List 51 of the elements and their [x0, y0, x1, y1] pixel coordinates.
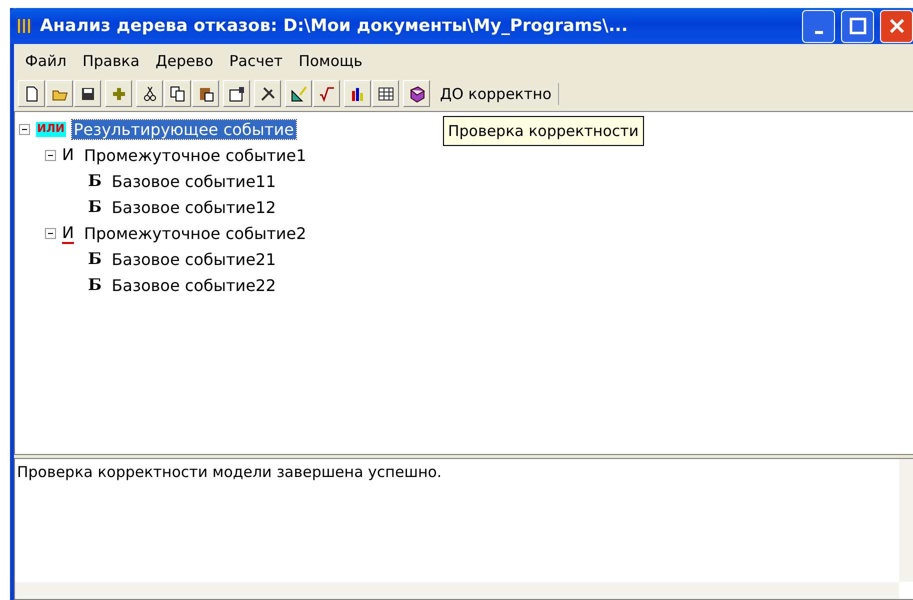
- window-title: Анализ дерева отказов: D:\Мои документы\My_Programs\...: [40, 16, 629, 36]
- toolbar-button[interactable]: [372, 80, 399, 107]
- toolbar-button[interactable]: [344, 80, 371, 107]
- maximize-button[interactable]: [841, 10, 874, 42]
- tree-item[interactable]: Базовое событие11: [110, 172, 278, 190]
- toolbar-button[interactable]: [285, 80, 312, 107]
- copy-icon: [168, 84, 186, 102]
- close-button[interactable]: [880, 10, 913, 42]
- minimize-button[interactable]: [802, 10, 835, 42]
- menu-item[interactable]: Расчет: [222, 50, 290, 72]
- menu-item[interactable]: Правка: [75, 50, 147, 72]
- minimize-icon: [814, 30, 822, 34]
- collapse-toggle[interactable]: [45, 228, 56, 238]
- toolbar-button[interactable]: [403, 80, 430, 107]
- maximize-icon: [848, 17, 866, 35]
- gate-symbol: Б: [88, 274, 102, 296]
- menu-item[interactable]: Помощь: [292, 50, 370, 72]
- toolbar-button[interactable]: [192, 80, 219, 107]
- sqrt-icon: [318, 84, 336, 102]
- gate-symbol: Б: [88, 196, 102, 218]
- collapse-toggle[interactable]: [45, 150, 56, 160]
- vertical-scrollbar[interactable]: [899, 459, 913, 582]
- status-text: ДО корректно: [434, 82, 559, 104]
- gate-symbol: И: [62, 144, 74, 166]
- toolbar-button[interactable]: [254, 80, 281, 107]
- tree-item[interactable]: Промежуточное событие1: [82, 146, 308, 164]
- tree-item[interactable]: Результирующее событие: [72, 120, 296, 138]
- collapse-toggle[interactable]: [19, 124, 30, 134]
- menu-item[interactable]: Дерево: [148, 50, 220, 72]
- toolbar-button[interactable]: [164, 80, 191, 107]
- toolbar-button[interactable]: [18, 80, 45, 107]
- toolbar-button[interactable]: [136, 80, 163, 107]
- tree-item[interactable]: Базовое событие21: [110, 250, 278, 268]
- log-message: Проверка корректности модели завершена успешно.: [16, 462, 443, 483]
- ruler-icon: [290, 84, 308, 102]
- menu-item[interactable]: Файл: [18, 50, 74, 72]
- tree-item[interactable]: Базовое событие22: [110, 276, 278, 294]
- tooltip: Проверка корректности: [443, 116, 644, 146]
- tree-item[interactable]: Базовое событие12: [110, 198, 278, 216]
- gate-symbol: Б: [88, 170, 102, 192]
- gate-symbol: Б: [88, 248, 102, 270]
- toolbar-button[interactable]: [74, 80, 101, 107]
- table-icon: [376, 84, 394, 102]
- close-icon: [888, 17, 906, 35]
- toolbar-button[interactable]: [313, 80, 340, 107]
- app-icon: [14, 16, 34, 36]
- horizontal-scrollbar[interactable]: [15, 582, 899, 599]
- tree-item[interactable]: Промежуточное событие2: [82, 224, 308, 242]
- toolbar-button[interactable]: [46, 80, 73, 107]
- toolbar-button[interactable]: [223, 80, 250, 107]
- gate-symbol: ИЛИ: [36, 122, 66, 136]
